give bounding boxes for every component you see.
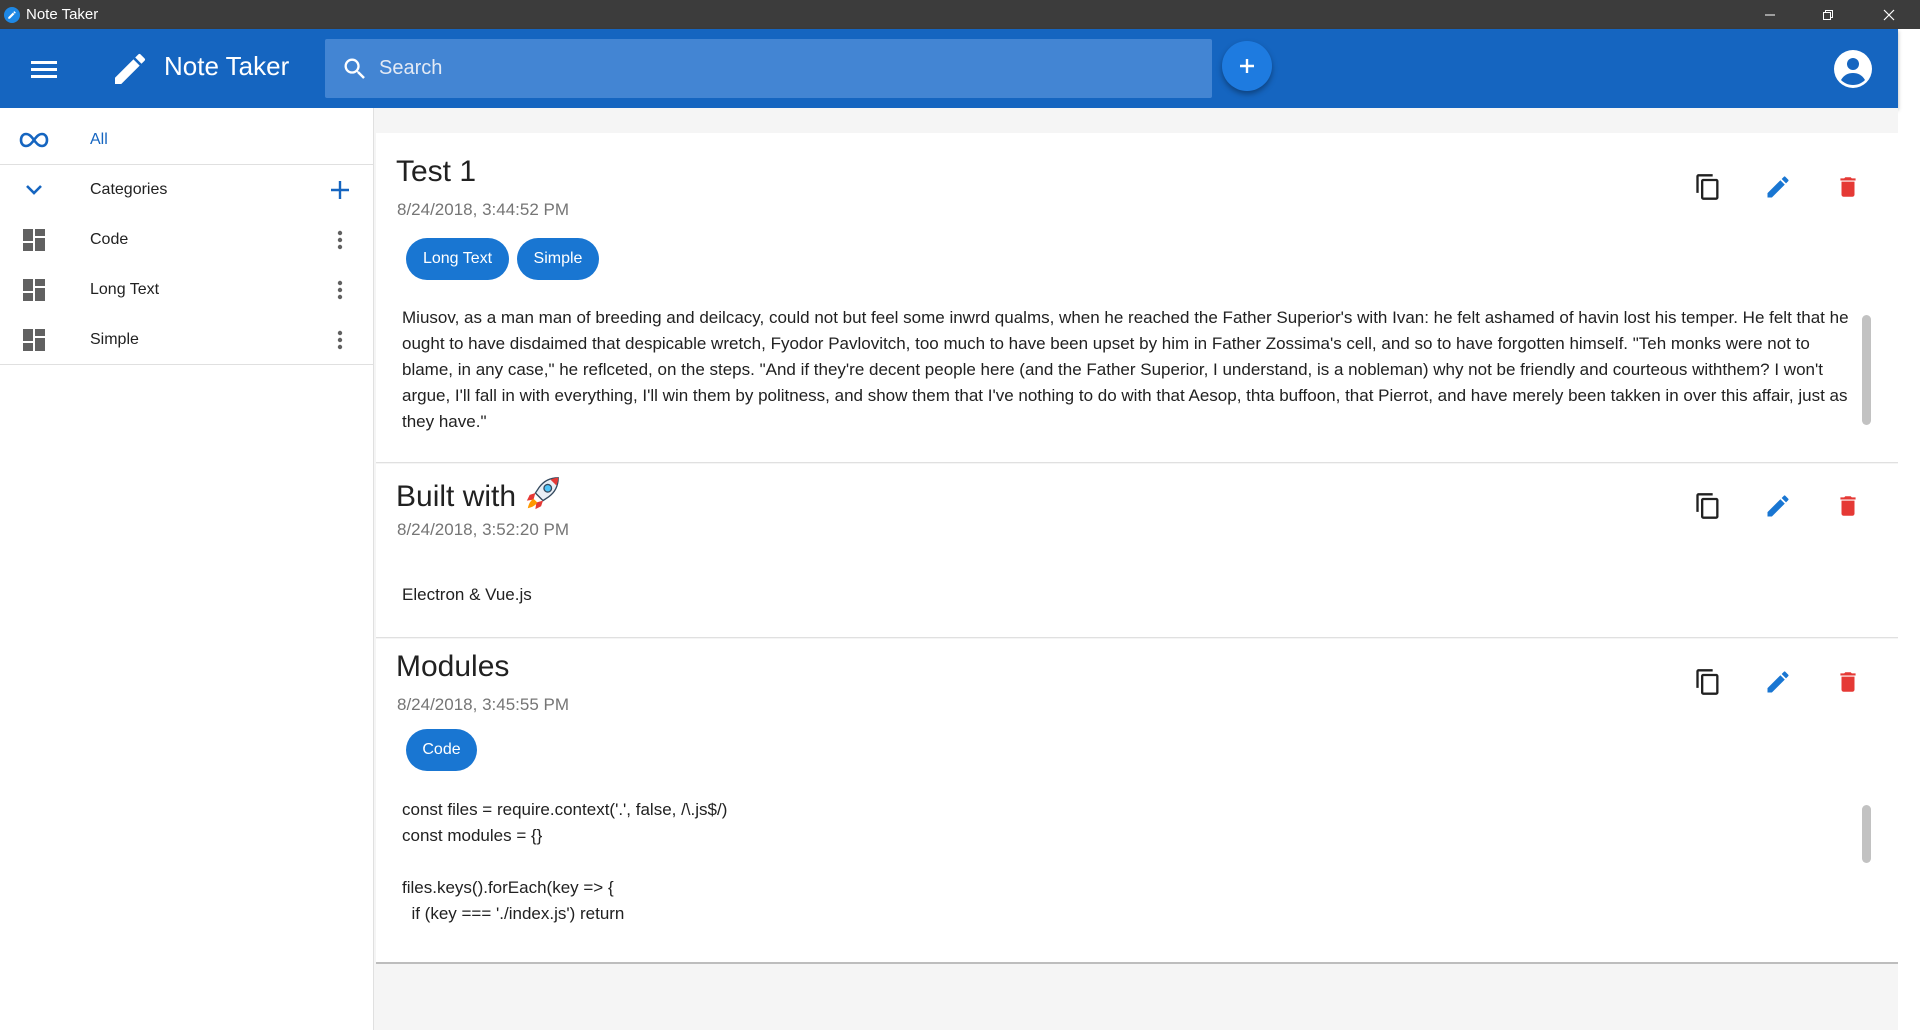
delete-icon[interactable] [1828,486,1868,526]
note-scrollbar[interactable] [1862,805,1871,863]
dashboard-icon [18,224,50,256]
notes-list: Test 1 8/24/2018, 3:44:52 PM Long Text S… [374,108,1898,1030]
sidebar-item-label: All [90,131,108,148]
note-date: 8/24/2018, 3:52:20 PM [397,520,570,539]
rocket-icon [524,474,562,512]
dashboard-icon [18,324,50,356]
chevron-down-icon[interactable] [18,174,50,206]
app-title: Note Taker [164,51,290,81]
delete-icon[interactable] [1828,662,1868,702]
note-scrollbar[interactable] [1862,315,1871,425]
tag-chip[interactable]: Code [406,729,477,771]
account-icon[interactable] [1833,49,1873,89]
copy-icon[interactable] [1688,167,1728,207]
note-body: Electron & Vue.js [402,585,532,604]
note-body: const files = require.context('.', false… [402,800,728,923]
delete-icon[interactable] [1828,167,1868,207]
edit-icon[interactable] [1758,662,1798,702]
divider [0,364,374,365]
close-window-button[interactable] [1857,0,1920,29]
sidebar: All Categories Code Long Text Simple [0,108,374,1030]
tag-chip[interactable]: Simple [517,238,599,280]
minimize-button[interactable] [1741,0,1799,29]
note-actions [1688,486,1898,526]
categories-label: Categories [90,181,168,198]
infinity-icon [18,124,50,156]
sidebar-item-long-text[interactable]: Long Text [0,265,374,315]
restore-button[interactable] [1799,0,1857,29]
add-category-button[interactable] [324,174,356,206]
more-vert-icon[interactable] [324,224,356,256]
app-bar: Note Taker [0,29,1898,108]
window-title: Note Taker [26,6,99,23]
more-vert-icon[interactable] [324,324,356,356]
menu-icon[interactable] [29,55,59,83]
sidebar-item-label: Simple [90,331,139,348]
edit-icon[interactable] [1758,167,1798,207]
note-card: Built with 8/24/2018, 3:52:20 PM Electro… [376,464,1898,638]
app-pencil-icon [4,6,20,23]
note-date: 8/24/2018, 3:44:52 PM [397,200,570,219]
note-card: Test 1 8/24/2018, 3:44:52 PM Long Text S… [376,133,1898,463]
more-vert-icon[interactable] [324,274,356,306]
edit-icon[interactable] [1758,486,1798,526]
sidebar-item-all[interactable]: All [0,115,374,165]
window-titlebar: Note Taker [0,0,1920,29]
sidebar-item-label: Code [90,231,129,248]
note-title: Built with [396,474,562,514]
copy-icon[interactable] [1688,486,1728,526]
sidebar-item-simple[interactable]: Simple [0,315,374,365]
tag-chip[interactable]: Long Text [406,238,509,280]
search-input[interactable] [379,57,1179,80]
sidebar-item-code[interactable]: Code [0,215,374,265]
note-date: 8/24/2018, 3:45:55 PM [397,695,570,714]
note-actions [1688,662,1898,702]
add-note-button[interactable] [1222,41,1272,91]
pencil-icon [110,49,150,89]
search-bar[interactable] [325,39,1212,98]
copy-icon[interactable] [1688,662,1728,702]
sidebar-item-label: Long Text [90,281,160,298]
sidebar-categories-header[interactable]: Categories [0,165,374,215]
dashboard-icon [18,274,50,306]
note-actions [1688,167,1898,207]
search-icon [341,55,369,83]
note-body: Miusov, as a man man of breeding and dei… [402,308,1849,431]
note-title: Modules [396,650,510,683]
note-title: Test 1 [396,155,477,188]
note-card: Modules 8/24/2018, 3:45:55 PM Code const… [376,639,1898,964]
